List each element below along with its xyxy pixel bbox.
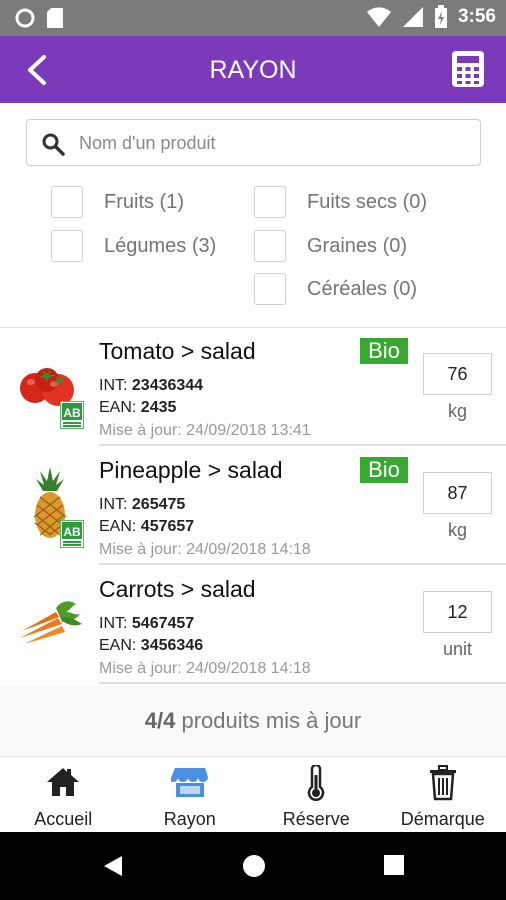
nav-label: Accueil (34, 809, 93, 829)
int-value: 23436344 (131, 377, 204, 394)
search-input[interactable] (79, 129, 469, 157)
search-box (26, 119, 481, 166)
filter-checkbox[interactable] (254, 186, 286, 218)
product-name: Carrots > salad (99, 576, 256, 602)
summary-text: produits mis à jour (175, 708, 362, 733)
quantity-unit: kg (447, 520, 467, 540)
product-int: INT: 265475 (99, 496, 185, 514)
filter-label: Graines (0) (307, 234, 408, 257)
signal-icon (402, 7, 423, 27)
ean-value: 3456346 (140, 637, 204, 654)
ean-value: 2435 (140, 399, 177, 416)
product-int: INT: 5467457 (99, 615, 194, 633)
product-ean: EAN: 457657 (99, 518, 194, 536)
product-name: Tomato > salad (99, 338, 256, 364)
update-summary: 4/4 produits mis à jour (0, 686, 506, 756)
status-bar: 3:56 (0, 0, 506, 36)
row-separator (99, 563, 506, 565)
trash-icon (429, 765, 456, 801)
product-int: INT: 23436344 (99, 377, 203, 395)
quantity-field[interactable]: 87 (423, 472, 492, 514)
filter-legumes[interactable]: Légumes (3) (51, 230, 216, 262)
product-name: Pineapple > salad (99, 457, 283, 483)
quantity-field[interactable]: 76 (423, 353, 492, 395)
thermometer-icon (308, 765, 325, 801)
calculator-button[interactable] (450, 50, 486, 88)
product-row-tomato[interactable]: AB Tomato > salad Bio INT: 23436344 EAN:… (0, 328, 506, 446)
system-home-icon[interactable] (242, 854, 266, 878)
status-time: 3:56 (457, 6, 496, 27)
filter-graines[interactable]: Graines (0) (254, 230, 407, 262)
system-navigation-bar (0, 832, 506, 900)
product-ean: EAN: 2435 (99, 399, 176, 417)
ab-organic-label-icon: AB (60, 520, 84, 548)
product-row-pineapple[interactable]: AB Pineapple > salad Bio INT: 265475 EAN… (0, 447, 506, 565)
product-updated: Mise à jour: 24/09/2018 14:18 (99, 541, 311, 558)
ean-label: EAN: (99, 637, 141, 654)
system-recents-icon[interactable] (383, 854, 405, 876)
page-title: RAYON (209, 56, 297, 84)
nav-item-rayon[interactable]: Rayon (127, 757, 254, 832)
quantity-unit: unit (442, 639, 473, 659)
quantity-field[interactable]: 12 (423, 591, 492, 633)
nav-label: Rayon (163, 809, 216, 829)
carrots-image (20, 601, 82, 644)
filter-label: Fruits (1) (104, 190, 184, 213)
ean-value: 457657 (140, 518, 195, 535)
ab-organic-label-icon: AB (60, 401, 84, 429)
wifi-icon (366, 7, 391, 27)
int-label: INT: (99, 496, 132, 513)
battery-charging-icon (434, 5, 447, 28)
bio-badge: Bio (360, 457, 408, 483)
home-icon (47, 768, 80, 796)
int-label: INT: (99, 615, 132, 632)
filter-checkbox[interactable] (51, 186, 83, 218)
int-value: 5467457 (131, 615, 195, 632)
svg-text:AB: AB (63, 406, 81, 420)
filter-fruits[interactable]: Fruits (1) (51, 186, 184, 218)
sd-card-icon (47, 8, 63, 28)
nav-item-accueil[interactable]: Accueil (0, 757, 127, 832)
nav-label: Réserve (282, 809, 350, 829)
store-icon (170, 768, 208, 797)
nav-item-reserve[interactable]: Réserve (253, 757, 380, 832)
filter-checkbox[interactable] (51, 230, 83, 262)
filter-checkbox[interactable] (254, 230, 286, 262)
filter-label: Céréales (0) (307, 277, 418, 300)
svg-text:AB: AB (63, 525, 81, 539)
int-value: 265475 (131, 496, 186, 513)
product-updated: Mise à jour: 24/09/2018 14:18 (99, 660, 311, 677)
ean-label: EAN: (99, 518, 141, 535)
bio-badge: Bio (360, 338, 408, 364)
filter-fruits-secs[interactable]: Fuits secs (0) (254, 186, 427, 218)
filter-label: Légumes (3) (104, 234, 217, 257)
search-icon (42, 133, 65, 156)
product-ean: EAN: 3456346 (99, 637, 203, 655)
nav-label: Démarque (400, 809, 485, 829)
summary-count: 4/4 (144, 708, 176, 733)
nav-item-demarque[interactable]: Démarque (380, 757, 506, 832)
product-updated: Mise à jour: 24/09/2018 13:41 (99, 422, 311, 439)
system-back-icon[interactable] (102, 854, 124, 878)
ean-label: EAN: (99, 399, 141, 416)
filter-checkbox[interactable] (254, 273, 286, 305)
bottom-navigation: Accueil Rayon Réserve Démarque (0, 756, 506, 832)
int-label: INT: (99, 377, 132, 394)
row-separator (99, 682, 506, 684)
row-separator (99, 444, 506, 446)
app-bar: RAYON (0, 36, 506, 103)
filter-cereales[interactable]: Céréales (0) (254, 273, 417, 305)
calculator-icon (452, 51, 484, 87)
product-row-carrots[interactable]: Carrots > salad INT: 5467457 EAN: 345634… (0, 566, 506, 684)
circle-notification-icon (15, 8, 35, 28)
filter-label: Fuits secs (0) (307, 190, 428, 213)
quantity-unit: kg (447, 401, 467, 421)
